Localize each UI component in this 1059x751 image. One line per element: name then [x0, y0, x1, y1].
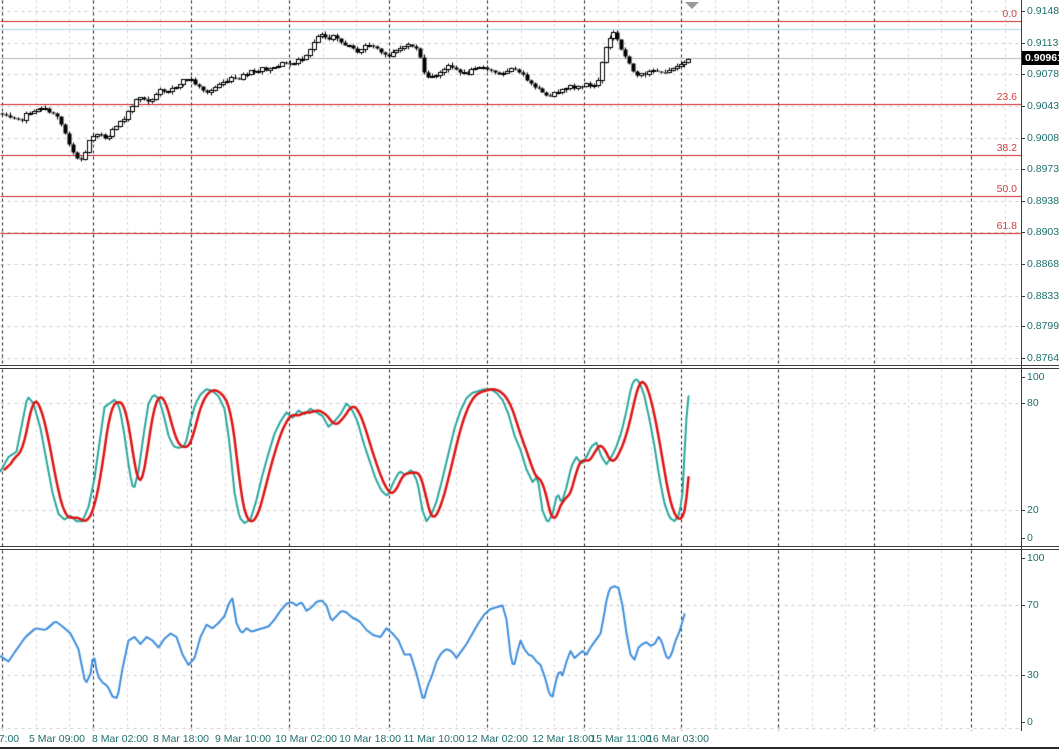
rsi-indicator-canvas[interactable]	[0, 550, 1021, 731]
panel-splitter-stochastic-rsi[interactable]	[0, 546, 1059, 550]
scale-tick	[1021, 296, 1025, 297]
price-tick-label: 0.89730	[1027, 163, 1059, 175]
trading-chart-window: 0.91480 0.91130 0.90780 0.90430 0.90080 0.897…	[0, 0, 1059, 751]
scale-tick	[1021, 675, 1025, 676]
price-tick-label: 0.88680	[1027, 258, 1059, 270]
scale-tick	[1021, 11, 1025, 12]
scale-tick	[1021, 358, 1025, 359]
stochastic-tick-label: 80	[1027, 397, 1039, 409]
scale-tick	[1021, 558, 1025, 559]
time-tick-label: 8 Mar 02:00	[91, 733, 149, 745]
rsi-tick-label: 100	[1027, 552, 1045, 564]
rsi-scale[interactable]: 100 70 30 0	[1022, 550, 1059, 731]
rsi-tick-label: 30	[1027, 669, 1039, 681]
stochastic-scale[interactable]: 100 80 20 0	[1022, 369, 1059, 546]
scale-tick	[1021, 138, 1025, 139]
time-tick-label: 15 Mar 11:00	[590, 733, 652, 745]
current-price-badge: 0.90961	[1022, 51, 1059, 65]
price-tick-label: 0.89030	[1027, 226, 1059, 238]
price-tick-label: 0.91130	[1027, 37, 1059, 49]
fibonacci-level-label: 0.0	[1002, 8, 1017, 20]
scale-tick	[1021, 106, 1025, 107]
scale-tick	[1021, 232, 1025, 233]
time-tick-label: 12 Mar 02:00	[466, 733, 528, 745]
stochastic-indicator-canvas[interactable]	[0, 369, 1021, 546]
time-tick-label: 10 Mar 18:00	[339, 733, 401, 745]
time-tick-label: 16 Mar 03:00	[647, 733, 709, 745]
scale-tick	[1021, 201, 1025, 202]
scale-tick	[1021, 722, 1025, 723]
time-tick-label: 17:00	[0, 733, 20, 745]
time-tick-label: 10 Mar 02:00	[275, 733, 337, 745]
time-tick-label: 9 Mar 10:00	[214, 733, 272, 745]
time-tick-label: 12 Mar 18:00	[532, 733, 594, 745]
price-tick-label: 0.87640	[1027, 352, 1059, 364]
scale-tick	[1021, 326, 1025, 327]
time-tick-label: 11 Mar 10:00	[403, 733, 465, 745]
scale-tick	[1021, 377, 1025, 378]
main-price-chart-canvas[interactable]	[0, 0, 1021, 365]
time-tick-label: 5 Mar 09:00	[28, 733, 86, 745]
scale-tick	[1021, 510, 1025, 511]
stochastic-tick-label: 0	[1027, 532, 1033, 544]
scale-tick	[1021, 264, 1025, 265]
chart-shift-marker-icon[interactable]	[685, 2, 699, 9]
scale-tick	[1021, 403, 1025, 404]
rsi-tick-label: 70	[1027, 599, 1039, 611]
scale-tick	[1021, 43, 1025, 44]
price-tick-label: 0.88330	[1027, 290, 1059, 302]
price-tick-label: 0.91480	[1027, 5, 1059, 17]
stochastic-tick-label: 100	[1027, 371, 1045, 383]
scale-tick	[1021, 169, 1025, 170]
time-scale[interactable]: 17:00 5 Mar 09:00 8 Mar 02:008 Mar 18:00 9 …	[0, 729, 1059, 751]
price-tick-label: 0.89380	[1027, 195, 1059, 207]
fibonacci-level-label: 61.8	[996, 220, 1017, 232]
scale-tick	[1021, 605, 1025, 606]
price-tick-label: 0.90430	[1027, 100, 1059, 112]
scale-tick	[1021, 74, 1025, 75]
fibonacci-level-label: 50.0	[996, 183, 1017, 195]
fibonacci-level-label: 23.6	[996, 91, 1017, 103]
price-tick-label: 0.90780	[1027, 68, 1059, 80]
stochastic-tick-label: 20	[1027, 504, 1039, 516]
price-tick-label: 0.87990	[1027, 320, 1059, 332]
rsi-tick-label: 0	[1027, 716, 1033, 728]
fibonacci-level-label: 38.2	[996, 142, 1017, 154]
scale-tick	[1021, 538, 1025, 539]
price-tick-label: 0.90080	[1027, 132, 1059, 144]
time-tick-label: 8 Mar 18:00	[152, 733, 210, 745]
panel-splitter-main-stochastic[interactable]	[0, 365, 1059, 369]
